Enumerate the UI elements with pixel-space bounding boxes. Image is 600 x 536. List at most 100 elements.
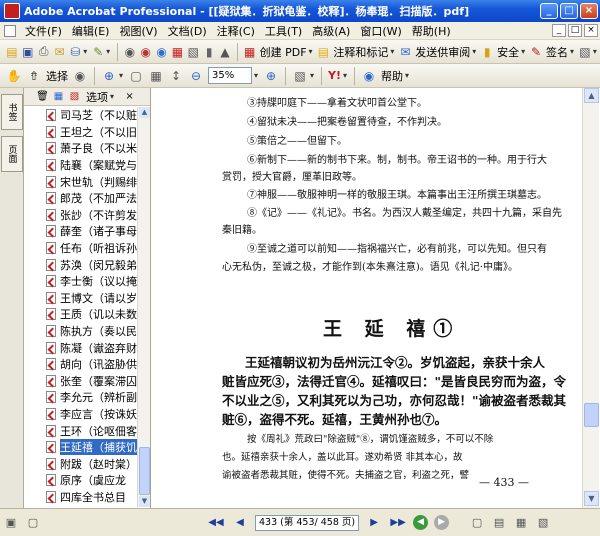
- doc-scroll-thumb[interactable]: [584, 403, 599, 427]
- secure-button[interactable]: 安全: [497, 44, 519, 60]
- sign-button[interactable]: 签名: [546, 44, 568, 60]
- bookmark-item[interactable]: 原序（虞应龙: [24, 472, 138, 489]
- zoom-in-icon[interactable]: ⊕: [100, 67, 118, 85]
- rotate-view-icon[interactable]: ▧: [291, 67, 309, 85]
- scroll-up-arrow-icon[interactable]: ▲: [139, 107, 150, 118]
- globe-icon[interactable]: ◉: [155, 43, 169, 61]
- bookmark-item[interactable]: 四库全书总目: [24, 489, 138, 506]
- select-tool-button[interactable]: 选择: [46, 68, 68, 84]
- menu-view[interactable]: 视图(V): [114, 23, 162, 39]
- comment-icon[interactable]: ▤: [317, 43, 331, 61]
- stamp-icon[interactable]: ▲: [218, 43, 232, 61]
- actual-size-icon[interactable]: ▢: [127, 67, 145, 85]
- email-icon[interactable]: ✉: [53, 43, 67, 61]
- bookmark-item[interactable]: 张訬（不许剪发: [24, 207, 138, 224]
- save-icon[interactable]: ▣: [21, 43, 35, 61]
- menu-tools[interactable]: 工具(T): [260, 23, 307, 39]
- menu-file[interactable]: 文件(F): [20, 23, 67, 39]
- tab-bookmarks[interactable]: 书签: [1, 94, 23, 130]
- bookmark-item[interactable]: 陈凝（谳盗弃财: [24, 339, 138, 356]
- doc-close-button[interactable]: ×: [584, 24, 598, 37]
- doc-minimize-button[interactable]: _: [552, 24, 566, 37]
- bookmark-item[interactable]: 张奎（覆案滞囚: [24, 373, 138, 390]
- send-review-icon[interactable]: ✉: [398, 43, 412, 61]
- zoom-level-input[interactable]: 35%: [208, 67, 253, 84]
- expand-bookmark-icon[interactable]: ▧: [68, 90, 81, 103]
- yahoo-dropdown[interactable]: ▾: [343, 71, 347, 80]
- facing-icon[interactable]: ▦: [513, 515, 529, 531]
- page-size-icon[interactable]: ▢: [25, 515, 41, 531]
- rotate-view-dropdown[interactable]: ▾: [310, 71, 314, 80]
- select-cursor-icon[interactable]: ⇮: [25, 67, 43, 85]
- bookmark-item[interactable]: 李应言（按诛妖: [24, 406, 138, 423]
- menu-document[interactable]: 文档(D): [163, 23, 212, 39]
- forms-dropdown[interactable]: ▾: [593, 47, 597, 56]
- pencil-dropdown[interactable]: ▾: [106, 47, 110, 56]
- bookmark-item[interactable]: 王坦之（不以旧: [24, 124, 138, 141]
- forms-icon[interactable]: ▧: [578, 43, 592, 61]
- bookmark-item[interactable]: 王延禧（捕获饥: [24, 439, 138, 456]
- reference-icon[interactable]: ◉: [139, 43, 153, 61]
- secure-dropdown[interactable]: ▾: [521, 47, 525, 56]
- bookmark-scroll-thumb[interactable]: [139, 447, 150, 495]
- document-icon[interactable]: [4, 24, 16, 37]
- last-page-icon[interactable]: ▶▶: [389, 515, 407, 531]
- bookmark-item[interactable]: 陈执方（奏以民: [24, 323, 138, 340]
- create-pdf-dropdown[interactable]: ▾: [309, 47, 313, 56]
- help-icon[interactable]: ◉: [360, 67, 378, 85]
- bookmark-item[interactable]: 叙（请道光十: [24, 505, 138, 507]
- comment-markup-dropdown[interactable]: ▾: [390, 47, 394, 56]
- acrobat-app-icon[interactable]: [4, 3, 20, 19]
- bookmark-item[interactable]: 王质（讥以未数: [24, 306, 138, 323]
- single-page-icon[interactable]: ▢: [469, 515, 485, 531]
- fit-width-icon[interactable]: ↕: [167, 67, 185, 85]
- bookmark-item[interactable]: 王环（论呕佃客: [24, 422, 138, 439]
- print-icon[interactable]: ⎙: [37, 43, 51, 61]
- page-layout-icon[interactable]: ▣: [3, 515, 19, 531]
- menu-help[interactable]: 帮助(H): [407, 23, 456, 39]
- open-folder-icon[interactable]: ▤: [5, 43, 19, 61]
- secure-lock-icon[interactable]: ▮: [480, 43, 494, 61]
- bookmark-item[interactable]: 李允元（辨析副: [24, 389, 138, 406]
- next-page-icon[interactable]: ▶: [365, 515, 383, 531]
- bookmark-item[interactable]: 任布（听祖诉孙: [24, 240, 138, 257]
- organizer-dropdown[interactable]: ▾: [83, 47, 87, 56]
- pencil-icon[interactable]: ✎: [91, 43, 105, 61]
- zoom-in-button-icon[interactable]: ⊕: [262, 67, 280, 85]
- send-review-dropdown[interactable]: ▾: [472, 47, 476, 56]
- doc-restore-button[interactable]: □: [568, 24, 582, 37]
- yahoo-toolbar-button[interactable]: Y!: [328, 69, 341, 82]
- bookmark-item[interactable]: 宋世轨（判赐绯: [24, 173, 138, 190]
- minimize-button[interactable]: _: [540, 3, 558, 19]
- maximize-button[interactable]: □: [560, 3, 578, 19]
- help-button[interactable]: 帮助: [381, 68, 403, 84]
- find-icon[interactable]: ◉: [123, 43, 137, 61]
- sign-dropdown[interactable]: ▾: [570, 47, 574, 56]
- bookmark-scrollbar[interactable]: ▲ ▼: [137, 107, 150, 507]
- bookmark-item[interactable]: 陆襄（案赋党与: [24, 157, 138, 174]
- menu-comments[interactable]: 注释(C): [212, 23, 260, 39]
- send-review-button[interactable]: 发送供审阅: [415, 44, 470, 60]
- close-button[interactable]: ×: [580, 3, 598, 19]
- page-number-field[interactable]: 433 (第 453/ 458 页): [255, 514, 360, 531]
- previous-view-icon[interactable]: ◀: [413, 515, 429, 530]
- document-scrollbar[interactable]: ▲ ▼: [582, 88, 599, 508]
- continuous-icon[interactable]: ▤: [491, 515, 507, 531]
- pdf-icon[interactable]: ▦: [171, 43, 185, 61]
- bookmark-item[interactable]: 郎茂（不加严法: [24, 190, 138, 207]
- copy-icon[interactable]: ▧: [186, 43, 200, 61]
- comment-markup-button[interactable]: 注释和标记: [333, 44, 388, 60]
- first-page-icon[interactable]: ◀◀: [207, 515, 225, 531]
- bookmark-item[interactable]: 萧子良（不以米: [24, 140, 138, 157]
- create-pdf-icon[interactable]: ▦: [243, 43, 257, 61]
- bookmark-item[interactable]: 附跋（赵时棠）: [24, 455, 138, 472]
- menu-advanced[interactable]: 高级(A): [307, 23, 355, 39]
- lock-icon[interactable]: ▮: [202, 43, 216, 61]
- next-view-icon[interactable]: ▶: [434, 515, 450, 530]
- delete-bookmark-icon[interactable]: 🗑: [36, 90, 49, 103]
- bookmark-item[interactable]: 薛奎（诸子事母: [24, 223, 138, 240]
- bookmark-item[interactable]: 司马芝（不以赃: [24, 107, 138, 124]
- menu-window[interactable]: 窗口(W): [355, 23, 406, 39]
- menu-edit[interactable]: 编辑(E): [67, 23, 115, 39]
- bookmark-item[interactable]: 胡向（讯盗胁供: [24, 356, 138, 373]
